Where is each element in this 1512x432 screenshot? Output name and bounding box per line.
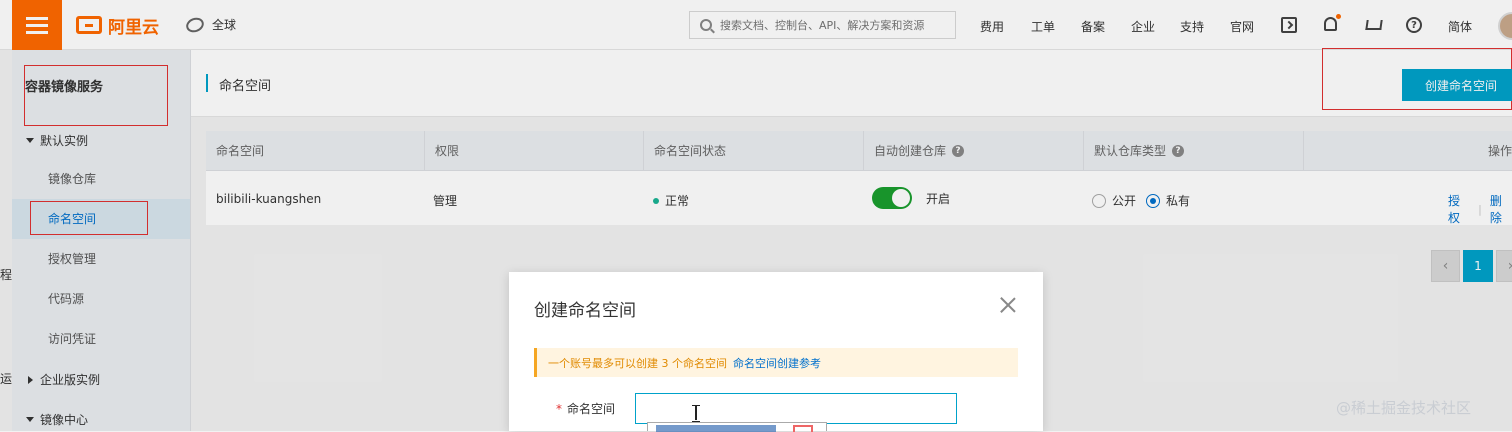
dialog-title: 创建命名空间 xyxy=(534,301,636,321)
watermark: @稀土掘金技术社区 xyxy=(1336,399,1472,417)
create-namespace-dialog: 创建命名空间 一个账号最多可以创建 3 个命名空间 命名空间创建参考 * 命名空间 xyxy=(509,272,1043,432)
tip-warning-text: 一个账号最多可以创建 3 个命名空间 xyxy=(548,356,727,370)
autocomplete-suggestion-popup[interactable] xyxy=(647,422,827,432)
text-cursor-icon xyxy=(692,405,700,422)
required-mark: * xyxy=(556,402,562,416)
namespace-input[interactable] xyxy=(635,393,957,424)
namespace-field-label: * 命名空间 xyxy=(556,402,616,416)
close-icon[interactable] xyxy=(999,296,1017,314)
dialog-tip: 一个账号最多可以创建 3 个命名空间 命名空间创建参考 xyxy=(534,348,1018,377)
tip-reference-link[interactable]: 命名空间创建参考 xyxy=(733,355,821,371)
